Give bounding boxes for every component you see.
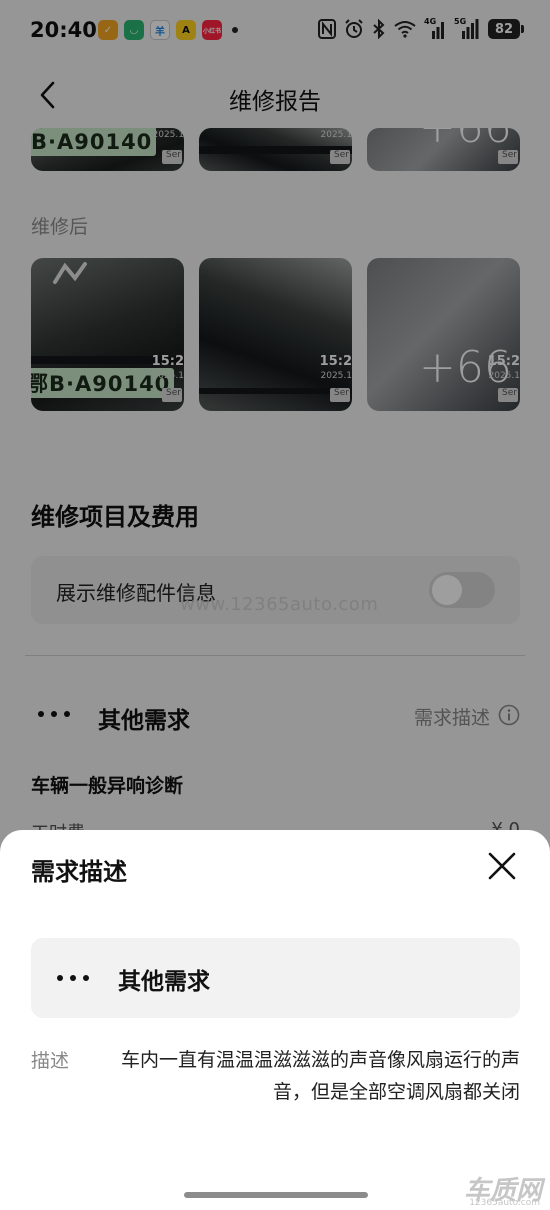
requirement-sheet: 需求描述 其他需求 描述 车内一直有温温温滋滋滋的声音像风扇运行的声音，但是全部… (0, 830, 550, 1210)
home-indicator[interactable] (184, 1192, 368, 1198)
close-button[interactable] (488, 852, 516, 880)
site-logo-url: 12365auto.com (469, 1198, 540, 1208)
description-label: 描述 (31, 1050, 70, 1072)
close-icon (488, 852, 516, 880)
other-needs-card: 其他需求 (31, 938, 520, 1018)
sheet-card-title: 其他需求 (118, 969, 210, 995)
description-text: 车内一直有温温温滋滋滋的声音像风扇运行的声音，但是全部空调风扇都关闭 (120, 1049, 520, 1103)
more-dots-icon (57, 975, 89, 981)
sheet-title: 需求描述 (31, 858, 127, 886)
